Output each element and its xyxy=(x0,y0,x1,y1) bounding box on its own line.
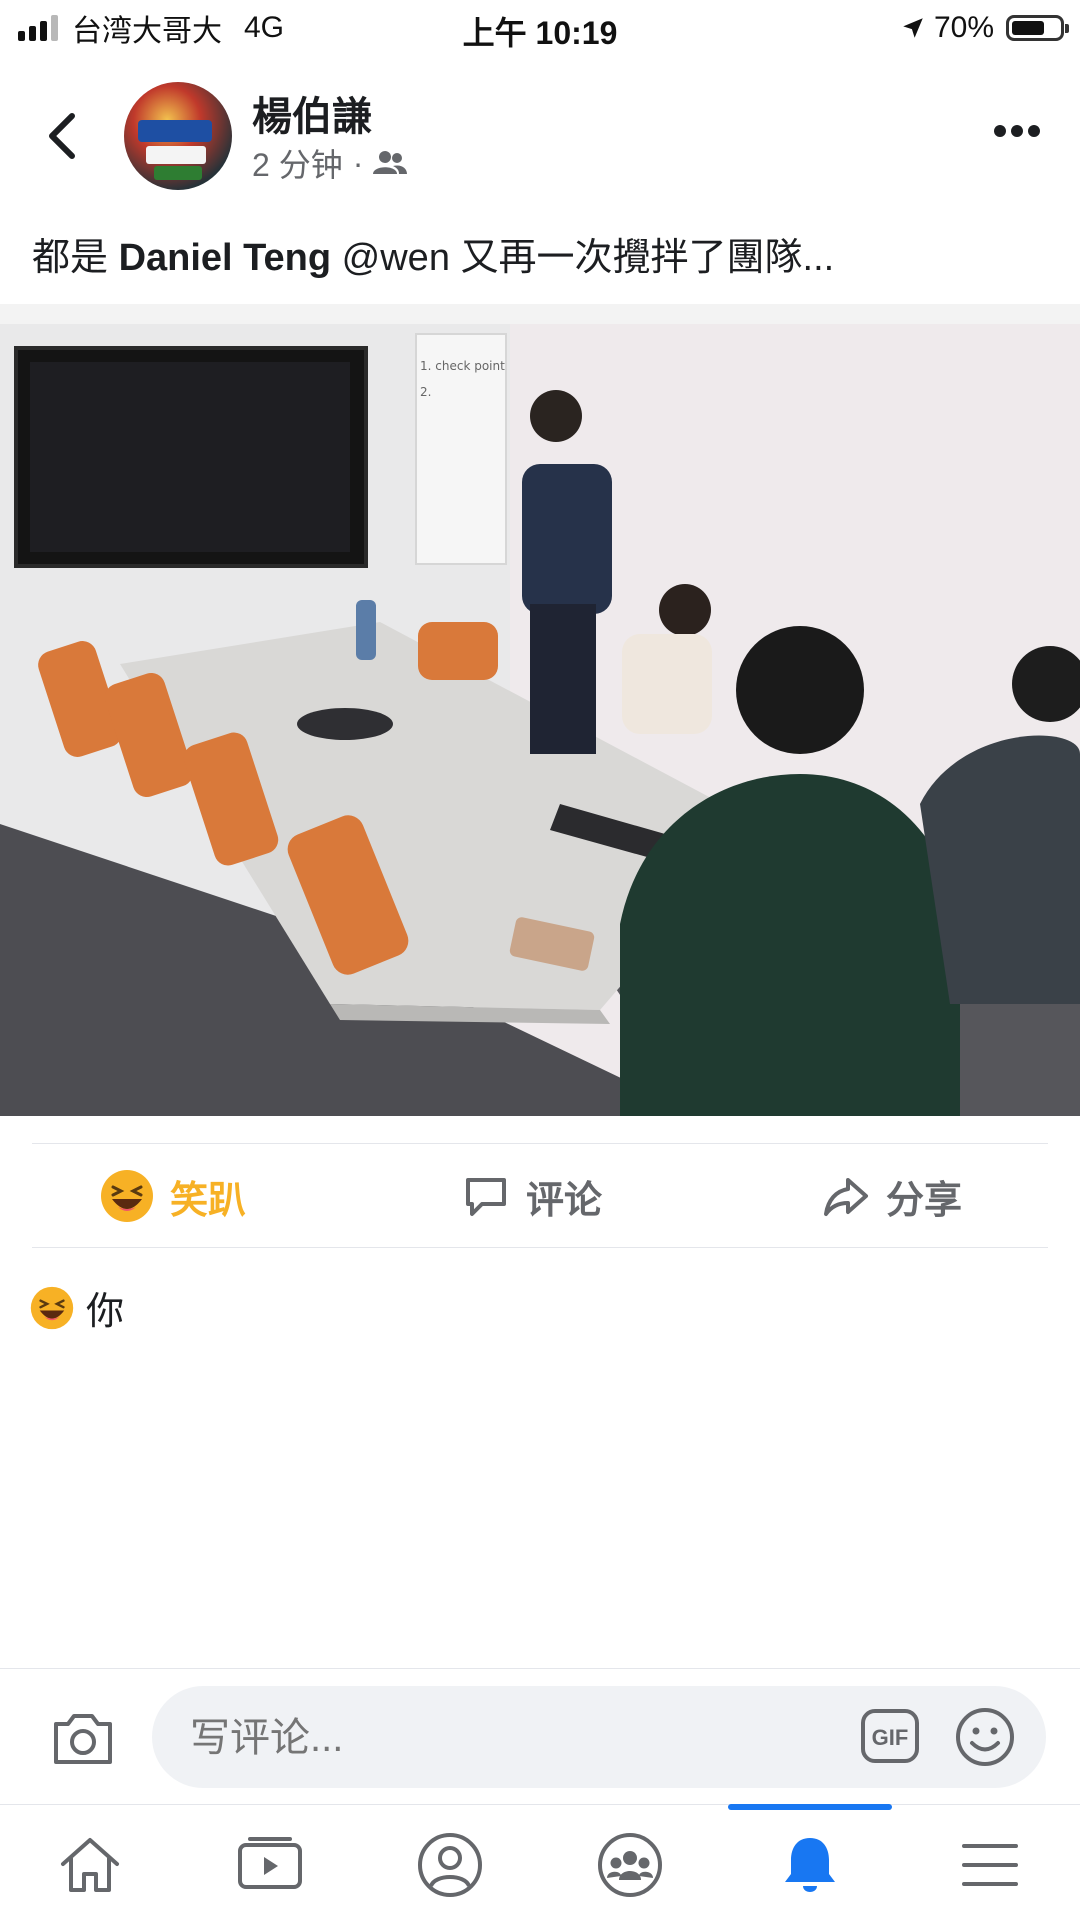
battery-percent: 70% xyxy=(933,11,994,44)
comment-input[interactable] xyxy=(188,1686,792,1790)
meta-separator: · xyxy=(352,144,364,181)
gif-button[interactable]: GIF xyxy=(860,1708,920,1764)
battery-icon xyxy=(1006,15,1069,41)
notifications-icon xyxy=(785,1838,835,1892)
composer-divider xyxy=(0,1668,1080,1669)
svg-text:1. check point: 1. check point xyxy=(420,359,505,373)
author-avatar[interactable] xyxy=(124,82,232,190)
tab-watch[interactable] xyxy=(210,1820,330,1910)
svg-text:2.: 2. xyxy=(420,385,431,399)
action-divider-bottom xyxy=(32,1247,1048,1248)
post-text: 都是 Daniel Teng @wen 又再一次攪拌了團隊... xyxy=(32,226,834,281)
react-button[interactable]: 笑趴 xyxy=(100,1160,246,1232)
tagged-person-link[interactable]: Daniel Teng xyxy=(119,237,332,279)
share-icon xyxy=(824,1178,868,1216)
friends-icon xyxy=(373,151,408,174)
tab-home[interactable] xyxy=(30,1820,150,1910)
post-text-suffix: @wen 又再一次攪拌了團隊... xyxy=(331,237,835,279)
post-author-name[interactable]: 楊伯謙 xyxy=(252,84,372,142)
gif-icon: GIF xyxy=(861,1709,919,1763)
tab-notifications[interactable] xyxy=(750,1820,870,1910)
post-text-prefix: 都是 xyxy=(32,237,119,279)
reaction-summary[interactable]: 你 xyxy=(30,1280,124,1335)
meeting-room-photo: 1. check point 2. xyxy=(0,304,1080,1116)
tab-menu[interactable] xyxy=(930,1820,1050,1910)
post-meta: 2 分钟 · xyxy=(252,140,408,186)
tab-profile[interactable] xyxy=(390,1820,510,1910)
watch-icon xyxy=(238,1837,302,1889)
tabbar-divider xyxy=(0,1804,1080,1805)
back-arrow-icon[interactable] xyxy=(40,110,84,162)
comment-icon xyxy=(466,1178,506,1216)
share-button-label: 分享 xyxy=(886,1179,963,1222)
location-arrow-icon xyxy=(903,18,923,38)
comment-box[interactable]: GIF xyxy=(152,1686,1046,1790)
action-divider-top xyxy=(32,1143,1048,1144)
groups-icon xyxy=(598,1833,662,1897)
share-button[interactable]: 分享 xyxy=(822,1160,962,1232)
react-button-label: 笑趴 xyxy=(170,1179,247,1222)
active-tab-indicator xyxy=(728,1804,892,1810)
comment-button-label: 评论 xyxy=(526,1179,603,1222)
battery-fill xyxy=(1012,21,1044,35)
profile-icon xyxy=(418,1833,482,1897)
reaction-summary-text: 你 xyxy=(86,1291,125,1333)
menu-icon xyxy=(962,1844,1018,1886)
more-options-icon[interactable] xyxy=(992,120,1042,142)
status-right: 70% xyxy=(900,8,1069,48)
haha-emoji-icon xyxy=(101,1170,153,1222)
gif-label: GIF xyxy=(872,1725,909,1750)
post-time[interactable]: 2 分钟 xyxy=(252,140,343,186)
status-bar: 台湾大哥大 4G 上午 10:19 70% xyxy=(0,0,1080,56)
comment-button[interactable]: 评论 xyxy=(462,1160,602,1232)
camera-icon[interactable] xyxy=(50,1708,116,1768)
haha-emoji-icon xyxy=(30,1286,74,1329)
post-photo[interactable]: 1. check point 2. xyxy=(0,304,1080,1116)
emoji-picker-icon[interactable] xyxy=(954,1706,1016,1768)
home-icon xyxy=(61,1838,119,1892)
tab-groups[interactable] xyxy=(570,1820,690,1910)
